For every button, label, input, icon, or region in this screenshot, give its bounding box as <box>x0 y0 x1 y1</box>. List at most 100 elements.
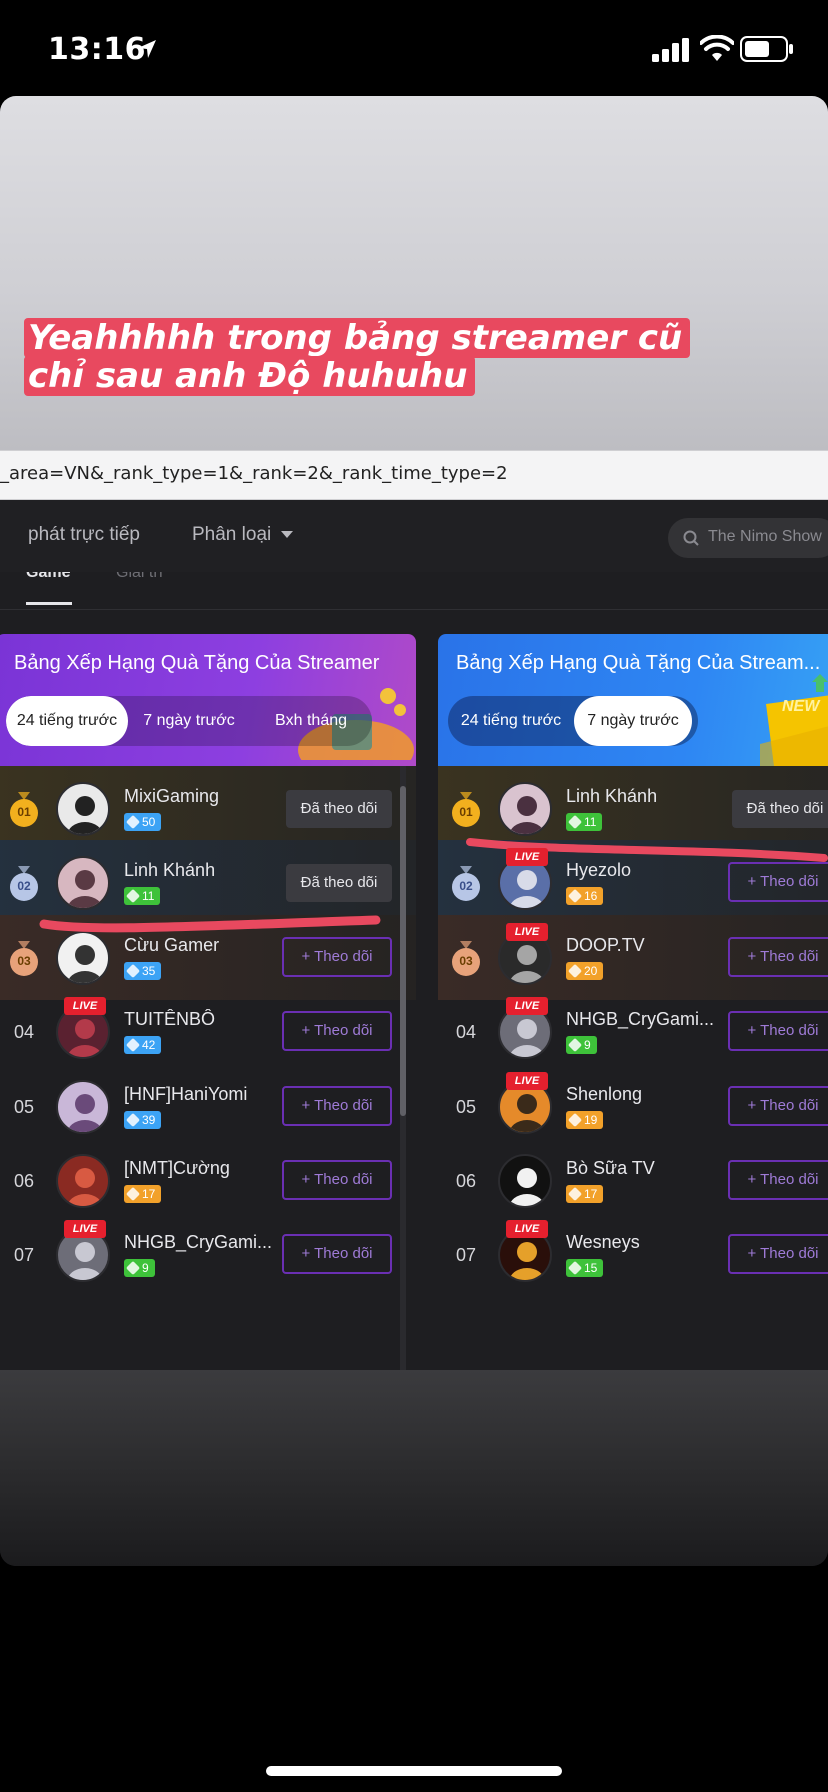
ranking-row[interactable]: 03 Cừu Gamer 35 + Theo dõi <box>0 914 416 1000</box>
follow-button[interactable]: + Theo dõi <box>728 1011 828 1052</box>
level-badge: 42 <box>124 1036 162 1055</box>
avatar[interactable] <box>56 930 110 985</box>
follow-button[interactable]: + Theo dõi <box>728 1160 828 1200</box>
level-value: 17 <box>584 1187 598 1201</box>
diamond-icon <box>567 1038 583 1053</box>
tab-entertainment[interactable]: Giải trí <box>116 572 163 582</box>
streamer-name[interactable]: MixiGaming <box>124 786 274 807</box>
diamond-icon <box>567 889 583 904</box>
level-value: 39 <box>142 1112 156 1127</box>
rank-medal-icon: 01 <box>8 792 40 828</box>
rank-number: 03 <box>459 953 473 968</box>
ranking-row[interactable]: 04 LIVE TUITÊNBÔ 42 + Theo dõi <box>0 989 416 1074</box>
chevron-down-icon <box>281 531 294 539</box>
level-value: 9 <box>584 1038 591 1053</box>
rank-number: 04 <box>456 1022 477 1043</box>
avatar[interactable] <box>56 782 110 836</box>
rank-number: 05 <box>456 1096 477 1117</box>
level-badge: 19 <box>566 1110 604 1129</box>
streamer-name[interactable]: Bò Sữa TV <box>566 1158 716 1179</box>
diamond-icon <box>125 1112 141 1127</box>
follow-button[interactable]: + Theo dõi <box>282 1011 392 1052</box>
streamer-name[interactable]: Linh Khánh <box>566 786 716 807</box>
avatar[interactable] <box>498 782 552 836</box>
diamond-icon <box>567 1112 583 1127</box>
diamond-icon <box>567 1261 583 1276</box>
follow-button[interactable]: + Theo dõi <box>728 1234 828 1275</box>
caption-line-1: Yeahhhhh trong bảng streamer cũ <box>24 318 691 358</box>
streamer-name[interactable]: Hyezolo <box>566 860 716 881</box>
search-input[interactable]: The Nimo Show <box>668 518 828 558</box>
level-value: 50 <box>142 815 156 829</box>
home-indicator[interactable] <box>266 1766 562 1776</box>
streamer-name[interactable]: DOOP.TV <box>566 935 716 956</box>
ranking-row[interactable]: 06 [NMT]Cường 17 + Theo dõi <box>0 1138 416 1223</box>
follow-button[interactable]: + Theo dõi <box>728 936 828 977</box>
level-value: 17 <box>142 1187 156 1201</box>
nav-category-dropdown[interactable]: Phân loại <box>192 524 294 546</box>
streamer-name[interactable]: Linh Khánh <box>124 860 274 881</box>
live-badge: LIVE <box>506 848 548 867</box>
story-caption: Yeahhhhh trong bảng streamer cũ chỉ sau … <box>24 318 691 396</box>
status-time: 13:16 <box>48 32 146 67</box>
wifi-icon <box>700 35 734 61</box>
ranking-row[interactable]: 06 Bò Sữa TV 17 + Theo dõi <box>438 1138 828 1223</box>
streamer-name[interactable]: NHGB_CryGami... <box>124 1232 274 1253</box>
ranking-row[interactable]: 07 LIVE NHGB_CryGami... 9 + Theo dõi <box>0 1212 416 1297</box>
rank-medal-icon: 01 <box>450 792 482 828</box>
rank-medal-icon: 03 <box>450 940 482 977</box>
ranking-row[interactable]: 02 Linh Khánh 11 Đã theo dõi <box>0 840 416 926</box>
browser-address-bar[interactable]: _area=VN&_rank_type=1&_rank=2&_rank_time… <box>0 450 828 500</box>
ranking-row[interactable]: 02 LIVE Hyezolo 16 + Theo dõi <box>438 840 828 926</box>
streamer-name[interactable]: Cừu Gamer <box>124 935 274 956</box>
follow-button[interactable]: + Theo dõi <box>282 1234 392 1275</box>
web-page: phát trực tiếp Phân loại The Nimo Show G… <box>0 500 828 1370</box>
following-button[interactable]: Đã theo dõi <box>732 790 828 828</box>
level-badge: 15 <box>566 1259 604 1278</box>
tab-7-days[interactable]: 7 ngày trước <box>128 696 250 746</box>
ranking-row[interactable]: 04 LIVE NHGB_CryGami... 9 + Theo dõi <box>438 989 828 1074</box>
follow-button[interactable]: + Theo dõi <box>282 1160 392 1200</box>
site-nav: phát trực tiếp Phân loại The Nimo Show <box>0 500 828 572</box>
streamer-name[interactable]: TUITÊNBÔ <box>124 1009 274 1030</box>
avatar[interactable] <box>56 856 110 911</box>
live-badge: LIVE <box>506 1071 548 1090</box>
level-badge: 11 <box>124 887 161 906</box>
follow-button[interactable]: + Theo dõi <box>282 936 392 977</box>
ranking-row[interactable]: 05 LIVE Shenlong 19 + Theo dõi <box>438 1064 828 1149</box>
streamer-name[interactable]: [HNF]HaniYomi <box>124 1084 274 1105</box>
following-button[interactable]: Đã theo dõi <box>286 864 392 903</box>
ranking-row[interactable]: 07 LIVE Wesneys 15 + Theo dõi <box>438 1212 828 1297</box>
avatar[interactable] <box>56 1079 110 1134</box>
tab-month[interactable]: Bxh tháng <box>250 696 372 746</box>
battery-icon <box>740 36 793 62</box>
tab-24h[interactable]: 24 tiếng trước <box>448 696 574 746</box>
scrollbar-thumb[interactable] <box>400 786 406 1116</box>
ranking-list: 01 Linh Khánh 11 Đã theo dõi 02 LIVE Hyezolo 16… <box>438 766 828 1370</box>
level-value: 35 <box>142 963 156 978</box>
streamer-name[interactable]: Shenlong <box>566 1084 716 1105</box>
nav-live-link[interactable]: phát trực tiếp <box>28 524 140 546</box>
ranking-row[interactable]: 01 MixiGaming 50 Đã theo dõi <box>0 766 416 851</box>
avatar[interactable] <box>498 1154 552 1208</box>
level-badge: 35 <box>124 961 162 980</box>
ranking-row[interactable]: 05 [HNF]HaniYomi 39 + Theo dõi <box>0 1064 416 1149</box>
follow-button[interactable]: + Theo dõi <box>728 862 828 903</box>
streamer-name[interactable]: Wesneys <box>566 1232 716 1253</box>
tab-7-days[interactable]: 7 ngày trước <box>574 696 692 746</box>
nav-category-label: Phân loại <box>192 524 272 545</box>
follow-button[interactable]: + Theo dõi <box>282 1085 392 1126</box>
ranking-panel-right: NEW Bảng Xếp Hạng Quà Tặng Của Stream...… <box>438 634 828 1370</box>
following-button[interactable]: Đã theo dõi <box>286 790 392 828</box>
ranking-row[interactable]: 03 LIVE DOOP.TV 20 + Theo dõi <box>438 914 828 1000</box>
tab-game[interactable]: Game <box>26 572 70 582</box>
tab-24h[interactable]: 24 tiếng trước <box>6 696 128 746</box>
diamond-icon <box>567 963 583 978</box>
avatar[interactable] <box>56 1154 110 1208</box>
panel-header: NEW Bảng Xếp Hạng Quà Tặng Của Stream...… <box>438 634 828 766</box>
streamer-name[interactable]: NHGB_CryGami... <box>566 1009 716 1030</box>
streamer-name[interactable]: [NMT]Cường <box>124 1158 274 1179</box>
search-icon <box>683 530 699 546</box>
ranking-row[interactable]: 01 Linh Khánh 11 Đã theo dõi <box>438 766 828 851</box>
follow-button[interactable]: + Theo dõi <box>728 1085 828 1126</box>
